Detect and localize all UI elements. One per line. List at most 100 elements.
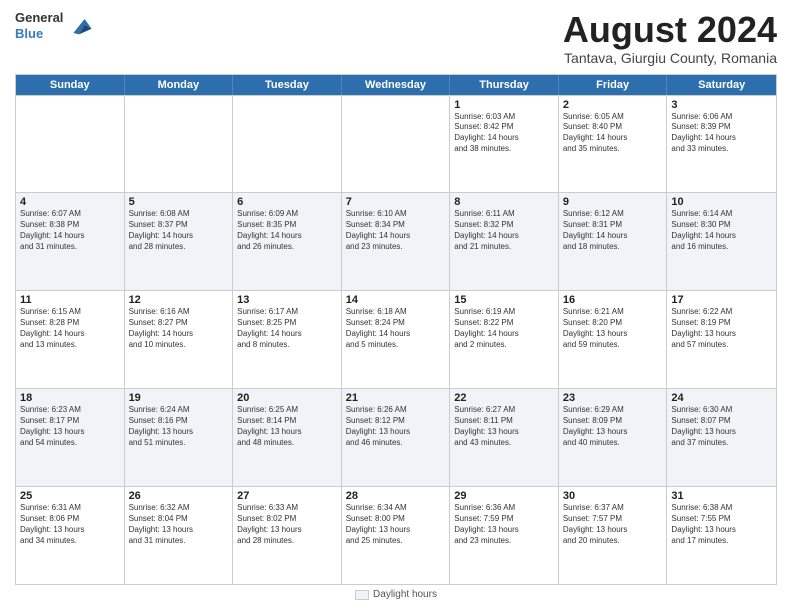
calendar-header: SundayMondayTuesdayWednesdayThursdayFrid… (16, 75, 776, 95)
cell-info: Sunrise: 6:37 AM Sunset: 7:57 PM Dayligh… (563, 503, 663, 546)
weekday-header: Tuesday (233, 75, 342, 95)
calendar-cell: 5Sunrise: 6:08 AM Sunset: 8:37 PM Daylig… (125, 193, 234, 290)
cell-info: Sunrise: 6:12 AM Sunset: 8:31 PM Dayligh… (563, 209, 663, 252)
cell-info: Sunrise: 6:16 AM Sunset: 8:27 PM Dayligh… (129, 307, 229, 350)
cell-info: Sunrise: 6:08 AM Sunset: 8:37 PM Dayligh… (129, 209, 229, 252)
weekday-header: Monday (125, 75, 234, 95)
cell-info: Sunrise: 6:18 AM Sunset: 8:24 PM Dayligh… (346, 307, 446, 350)
day-number: 9 (563, 196, 663, 208)
calendar-cell: 30Sunrise: 6:37 AM Sunset: 7:57 PM Dayli… (559, 487, 668, 584)
calendar-cell: 8Sunrise: 6:11 AM Sunset: 8:32 PM Daylig… (450, 193, 559, 290)
calendar-body: 1Sunrise: 6:03 AM Sunset: 8:42 PM Daylig… (16, 95, 776, 584)
calendar-cell: 13Sunrise: 6:17 AM Sunset: 8:25 PM Dayli… (233, 291, 342, 388)
day-number: 20 (237, 392, 337, 404)
cell-info: Sunrise: 6:25 AM Sunset: 8:14 PM Dayligh… (237, 405, 337, 448)
day-number: 17 (671, 294, 772, 306)
cell-info: Sunrise: 6:21 AM Sunset: 8:20 PM Dayligh… (563, 307, 663, 350)
calendar-cell: 3Sunrise: 6:06 AM Sunset: 8:39 PM Daylig… (667, 96, 776, 193)
cell-info: Sunrise: 6:06 AM Sunset: 8:39 PM Dayligh… (671, 112, 772, 155)
calendar-row: 25Sunrise: 6:31 AM Sunset: 8:06 PM Dayli… (16, 486, 776, 584)
calendar-cell (233, 96, 342, 193)
cell-info: Sunrise: 6:22 AM Sunset: 8:19 PM Dayligh… (671, 307, 772, 350)
calendar-cell: 29Sunrise: 6:36 AM Sunset: 7:59 PM Dayli… (450, 487, 559, 584)
title-area: August 2024 Tantava, Giurgiu County, Rom… (563, 10, 777, 66)
weekday-header: Wednesday (342, 75, 451, 95)
cell-info: Sunrise: 6:34 AM Sunset: 8:00 PM Dayligh… (346, 503, 446, 546)
day-number: 11 (20, 294, 120, 306)
cell-info: Sunrise: 6:03 AM Sunset: 8:42 PM Dayligh… (454, 112, 554, 155)
day-number: 1 (454, 99, 554, 111)
cell-info: Sunrise: 6:10 AM Sunset: 8:34 PM Dayligh… (346, 209, 446, 252)
footer: Daylight hours (15, 585, 777, 602)
day-number: 30 (563, 490, 663, 502)
calendar-cell: 2Sunrise: 6:05 AM Sunset: 8:40 PM Daylig… (559, 96, 668, 193)
calendar-cell: 20Sunrise: 6:25 AM Sunset: 8:14 PM Dayli… (233, 389, 342, 486)
calendar-cell: 28Sunrise: 6:34 AM Sunset: 8:00 PM Dayli… (342, 487, 451, 584)
legend-color (355, 590, 369, 600)
day-number: 15 (454, 294, 554, 306)
legend-label: Daylight hours (373, 589, 437, 600)
header: General Blue August 2024 Tantava, Giurgi… (15, 10, 777, 66)
weekday-header: Saturday (667, 75, 776, 95)
calendar-row: 4Sunrise: 6:07 AM Sunset: 8:38 PM Daylig… (16, 192, 776, 290)
calendar-cell (342, 96, 451, 193)
cell-info: Sunrise: 6:33 AM Sunset: 8:02 PM Dayligh… (237, 503, 337, 546)
calendar-cell: 22Sunrise: 6:27 AM Sunset: 8:11 PM Dayli… (450, 389, 559, 486)
weekday-header: Friday (559, 75, 668, 95)
cell-info: Sunrise: 6:19 AM Sunset: 8:22 PM Dayligh… (454, 307, 554, 350)
calendar-cell: 21Sunrise: 6:26 AM Sunset: 8:12 PM Dayli… (342, 389, 451, 486)
day-number: 2 (563, 99, 663, 111)
weekday-header: Thursday (450, 75, 559, 95)
calendar-cell: 27Sunrise: 6:33 AM Sunset: 8:02 PM Dayli… (233, 487, 342, 584)
cell-info: Sunrise: 6:23 AM Sunset: 8:17 PM Dayligh… (20, 405, 120, 448)
calendar-row: 11Sunrise: 6:15 AM Sunset: 8:28 PM Dayli… (16, 290, 776, 388)
calendar-cell: 11Sunrise: 6:15 AM Sunset: 8:28 PM Dayli… (16, 291, 125, 388)
day-number: 28 (346, 490, 446, 502)
cell-info: Sunrise: 6:26 AM Sunset: 8:12 PM Dayligh… (346, 405, 446, 448)
cell-info: Sunrise: 6:07 AM Sunset: 8:38 PM Dayligh… (20, 209, 120, 252)
day-number: 6 (237, 196, 337, 208)
day-number: 13 (237, 294, 337, 306)
cell-info: Sunrise: 6:09 AM Sunset: 8:35 PM Dayligh… (237, 209, 337, 252)
cell-info: Sunrise: 6:32 AM Sunset: 8:04 PM Dayligh… (129, 503, 229, 546)
day-number: 3 (671, 99, 772, 111)
cell-info: Sunrise: 6:24 AM Sunset: 8:16 PM Dayligh… (129, 405, 229, 448)
logo-icon (65, 12, 93, 40)
day-number: 29 (454, 490, 554, 502)
calendar-cell: 26Sunrise: 6:32 AM Sunset: 8:04 PM Dayli… (125, 487, 234, 584)
day-number: 27 (237, 490, 337, 502)
calendar-cell: 23Sunrise: 6:29 AM Sunset: 8:09 PM Dayli… (559, 389, 668, 486)
calendar-cell: 10Sunrise: 6:14 AM Sunset: 8:30 PM Dayli… (667, 193, 776, 290)
cell-info: Sunrise: 6:27 AM Sunset: 8:11 PM Dayligh… (454, 405, 554, 448)
logo: General Blue (15, 10, 93, 41)
calendar-cell: 14Sunrise: 6:18 AM Sunset: 8:24 PM Dayli… (342, 291, 451, 388)
calendar-cell (16, 96, 125, 193)
calendar: SundayMondayTuesdayWednesdayThursdayFrid… (15, 74, 777, 585)
calendar-cell (125, 96, 234, 193)
location: Tantava, Giurgiu County, Romania (563, 50, 777, 66)
weekday-header: Sunday (16, 75, 125, 95)
day-number: 21 (346, 392, 446, 404)
day-number: 8 (454, 196, 554, 208)
calendar-cell: 6Sunrise: 6:09 AM Sunset: 8:35 PM Daylig… (233, 193, 342, 290)
calendar-cell: 31Sunrise: 6:38 AM Sunset: 7:55 PM Dayli… (667, 487, 776, 584)
day-number: 24 (671, 392, 772, 404)
day-number: 23 (563, 392, 663, 404)
cell-info: Sunrise: 6:38 AM Sunset: 7:55 PM Dayligh… (671, 503, 772, 546)
calendar-cell: 25Sunrise: 6:31 AM Sunset: 8:06 PM Dayli… (16, 487, 125, 584)
day-number: 18 (20, 392, 120, 404)
day-number: 16 (563, 294, 663, 306)
calendar-cell: 17Sunrise: 6:22 AM Sunset: 8:19 PM Dayli… (667, 291, 776, 388)
day-number: 19 (129, 392, 229, 404)
cell-info: Sunrise: 6:30 AM Sunset: 8:07 PM Dayligh… (671, 405, 772, 448)
legend: Daylight hours (355, 589, 437, 600)
calendar-cell: 16Sunrise: 6:21 AM Sunset: 8:20 PM Dayli… (559, 291, 668, 388)
day-number: 31 (671, 490, 772, 502)
day-number: 4 (20, 196, 120, 208)
day-number: 22 (454, 392, 554, 404)
cell-info: Sunrise: 6:31 AM Sunset: 8:06 PM Dayligh… (20, 503, 120, 546)
day-number: 7 (346, 196, 446, 208)
day-number: 25 (20, 490, 120, 502)
calendar-cell: 18Sunrise: 6:23 AM Sunset: 8:17 PM Dayli… (16, 389, 125, 486)
calendar-cell: 1Sunrise: 6:03 AM Sunset: 8:42 PM Daylig… (450, 96, 559, 193)
